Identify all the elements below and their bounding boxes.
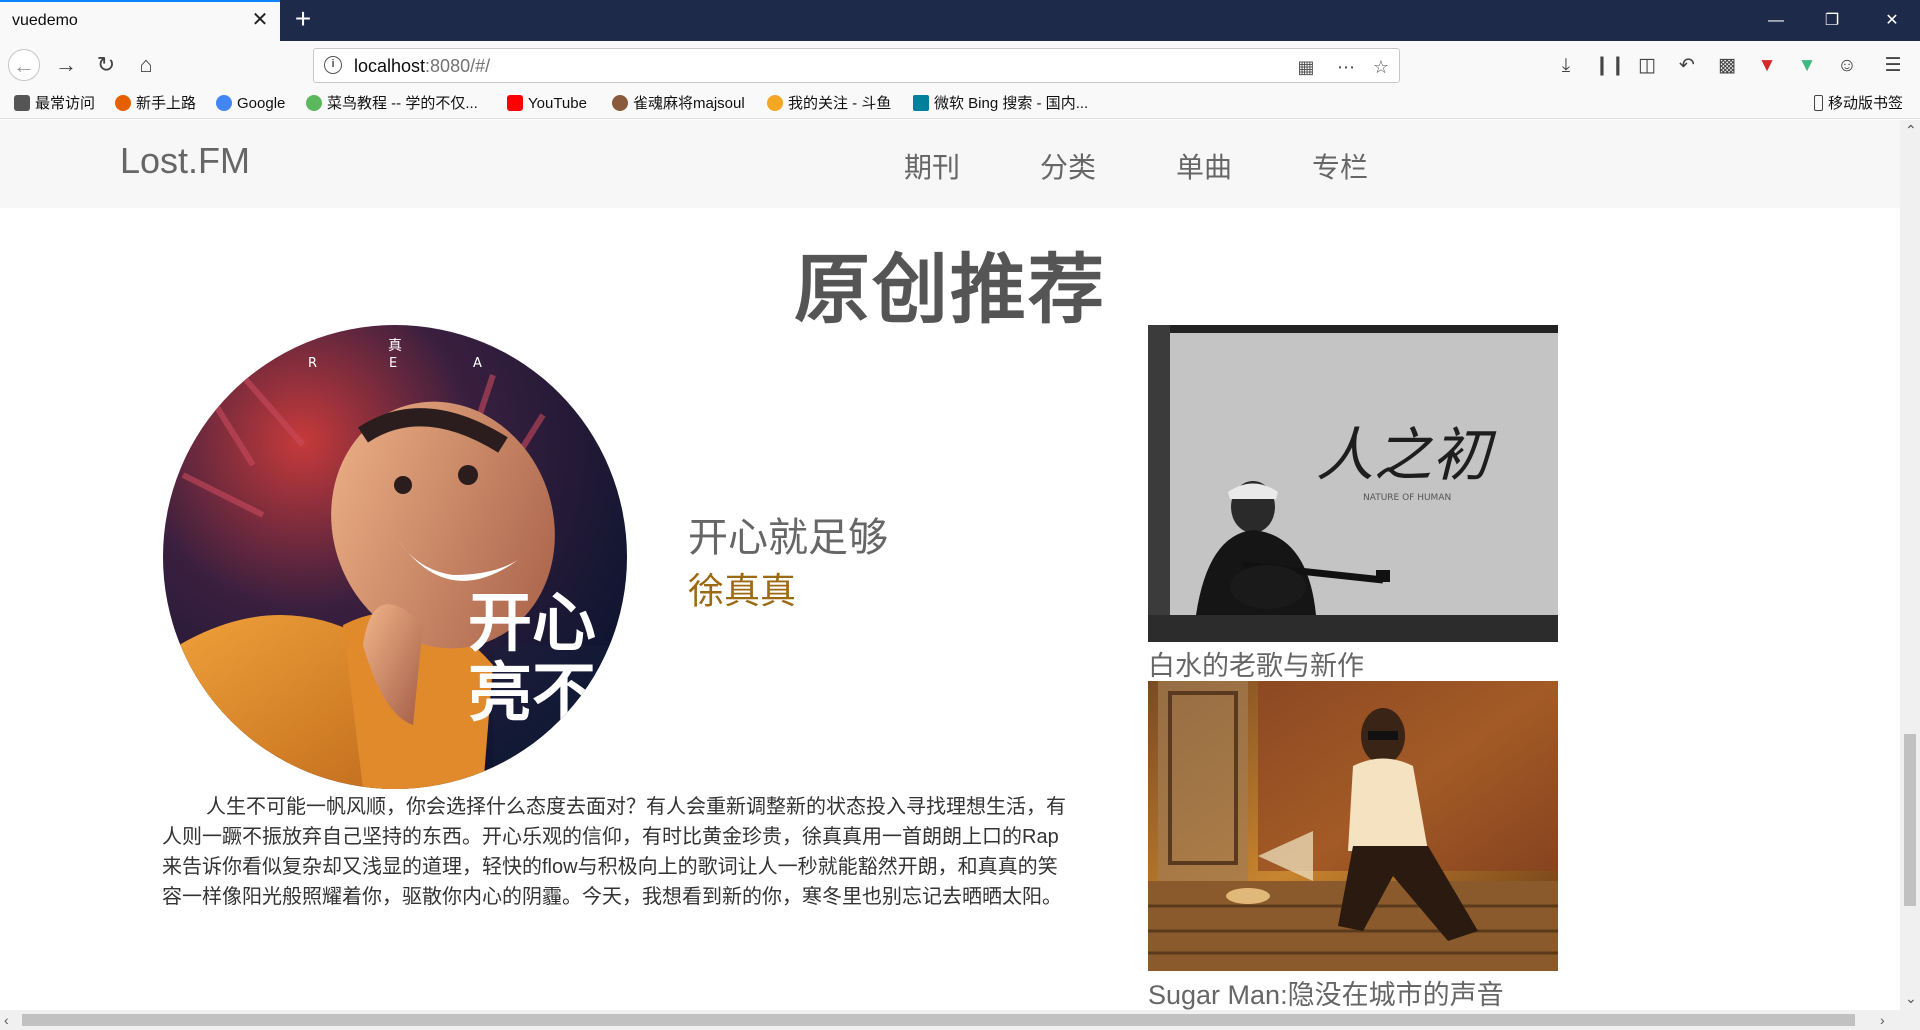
scroll-down-icon[interactable]: ⌄ <box>1905 990 1917 1007</box>
douyu-icon <box>767 95 783 111</box>
back-arrow-icon[interactable]: ← <box>8 49 40 81</box>
side-item-caption[interactable]: Sugar Man:隐没在城市的声音 <box>1148 973 1558 1010</box>
url-text: localhost:8080/#/ <box>354 56 491 76</box>
browser-tabbar: vuedemo ✕ + — ❐ ✕ <box>0 0 1920 41</box>
nav-link-column[interactable]: 专栏 <box>1312 146 1368 186</box>
bookmark-item[interactable]: YouTube <box>507 94 587 114</box>
tab-title: vuedemo <box>12 12 78 29</box>
scroll-up-icon[interactable]: ⌃ <box>1905 122 1917 139</box>
minimize-icon[interactable]: — <box>1748 0 1804 41</box>
home-icon[interactable]: ⌂ <box>130 49 162 81</box>
side-item-image[interactable] <box>1148 681 1558 971</box>
side-item-caption[interactable]: 白水的老歌与新作 <box>1148 644 1558 683</box>
featured-cover-image[interactable]: 真 R E A 开心 亮不 <box>163 325 627 789</box>
featured-song-title[interactable]: 开心就足够 <box>688 505 888 563</box>
browser-tab[interactable]: vuedemo ✕ <box>0 0 280 41</box>
horizontal-scrollbar[interactable]: ‹ › <box>0 1010 1920 1030</box>
cover-text-top: 真 <box>388 338 402 354</box>
bookmark-item[interactable]: 我的关注 - 斗鱼 <box>767 94 891 114</box>
download-icon[interactable]: ⤓ <box>1553 53 1579 79</box>
reload-icon[interactable]: ↻ <box>90 49 122 81</box>
image-subtext: NATURE OF HUMAN <box>1363 493 1451 503</box>
bookmark-item[interactable]: 微软 Bing 搜索 - 国内... <box>913 94 1088 114</box>
account-icon[interactable]: ☺ <box>1834 53 1860 79</box>
horizontal-scroll-thumb[interactable] <box>22 1014 1855 1026</box>
side-item-art <box>1148 681 1558 971</box>
close-window-icon[interactable]: ✕ <box>1864 0 1920 41</box>
bookmark-item[interactable]: 菜鸟教程 -- 学的不仅... <box>306 94 478 114</box>
restore-icon[interactable]: ❐ <box>1804 0 1860 41</box>
browser-navbar: ← → ↻ ⌂ i localhost:8080/#/ ▦ ⋯ ☆ ⤓ ❙❙ ◫… <box>0 41 1920 89</box>
pocket-icon[interactable]: ▼ <box>1754 53 1780 79</box>
image-calligraphy: 人之初 <box>1316 421 1497 489</box>
runoob-icon <box>306 95 322 111</box>
bookmark-item[interactable]: 最常访问 <box>14 94 95 114</box>
page-viewport: Lost.FM 期刊 分类 单曲 专栏 原创推荐 真 R E A 开心 亮不 开… <box>0 120 1900 1010</box>
site-logo[interactable]: Lost.FM <box>120 140 250 182</box>
scroll-left-icon[interactable]: ‹ <box>4 1012 9 1028</box>
cover-letter: E <box>389 356 397 371</box>
undo-icon[interactable]: ↶ <box>1674 53 1700 79</box>
side-item-art: 人之初 NATURE OF HUMAN <box>1148 325 1558 642</box>
side-item-card[interactable]: Sugar Man:隐没在城市的声音 <box>1148 681 1558 1010</box>
google-icon <box>216 95 232 111</box>
featured-artist[interactable]: 徐真真 <box>688 562 796 614</box>
cover-big-text: 开心 <box>468 587 596 661</box>
address-bar[interactable]: i localhost:8080/#/ ▦ ⋯ ☆ <box>313 48 1400 83</box>
majsoul-icon <box>612 95 628 111</box>
bookmarks-toolbar: 最常访问 新手上路 Google 菜鸟教程 -- 学的不仅... YouTube… <box>0 89 1920 119</box>
scroll-right-icon[interactable]: › <box>1880 1012 1885 1028</box>
menu-icon[interactable]: ☰ <box>1880 53 1906 79</box>
side-item-card[interactable]: 人之初 NATURE OF HUMAN 白水的老歌与新作 <box>1148 325 1558 683</box>
tab-close-icon[interactable]: ✕ <box>250 10 270 30</box>
section-title: 原创推荐 <box>794 248 1106 333</box>
bookmark-star-icon[interactable]: ☆ <box>1369 55 1393 79</box>
nav-link-single[interactable]: 单曲 <box>1176 146 1232 186</box>
bookmark-item[interactable]: 新手上路 <box>115 94 196 114</box>
nav-link-journal[interactable]: 期刊 <box>904 146 960 186</box>
new-tab-button[interactable]: + <box>288 4 318 34</box>
mobile-bookmarks[interactable]: 移动版书签 <box>1814 94 1903 114</box>
bookmark-item[interactable]: 雀魂麻将majsoul <box>612 94 745 114</box>
more-actions-icon[interactable]: ⋯ <box>1334 55 1358 79</box>
site-header: Lost.FM 期刊 分类 单曲 专栏 <box>0 120 1900 208</box>
vertical-scrollbar[interactable]: ⌃ ⌄ <box>1900 120 1920 1010</box>
sidebar-icon[interactable]: ◫ <box>1634 53 1660 79</box>
featured-description: 人生不可能一帆风顺，你会选择什么态度去面对？有人会重新调整新的状态投入寻找理想生… <box>162 796 1066 908</box>
library-icon[interactable]: ❙❙ <box>1594 53 1626 79</box>
extension-icon[interactable]: ▩ <box>1714 53 1740 79</box>
forward-arrow-icon[interactable]: → <box>50 49 82 81</box>
featured-cover-art: 真 R E A 开心 亮不 <box>163 325 627 789</box>
phone-icon <box>1814 95 1823 111</box>
bing-icon <box>913 95 929 111</box>
cover-letter: R <box>308 356 317 371</box>
nav-link-category[interactable]: 分类 <box>1040 146 1096 186</box>
cover-big-text2: 亮不 <box>468 657 596 731</box>
qr-code-icon[interactable]: ▦ <box>1294 55 1318 79</box>
youtube-icon <box>507 95 523 111</box>
firefox-icon <box>115 95 131 111</box>
side-item-image[interactable]: 人之初 NATURE OF HUMAN <box>1148 325 1558 642</box>
cover-letter: A <box>473 356 482 371</box>
info-icon[interactable]: i <box>324 56 342 74</box>
vertical-scroll-thumb[interactable] <box>1904 734 1916 906</box>
bookmark-item[interactable]: Google <box>216 94 285 114</box>
gear-icon <box>14 95 30 111</box>
vue-devtools-icon[interactable]: ▼ <box>1794 53 1820 79</box>
